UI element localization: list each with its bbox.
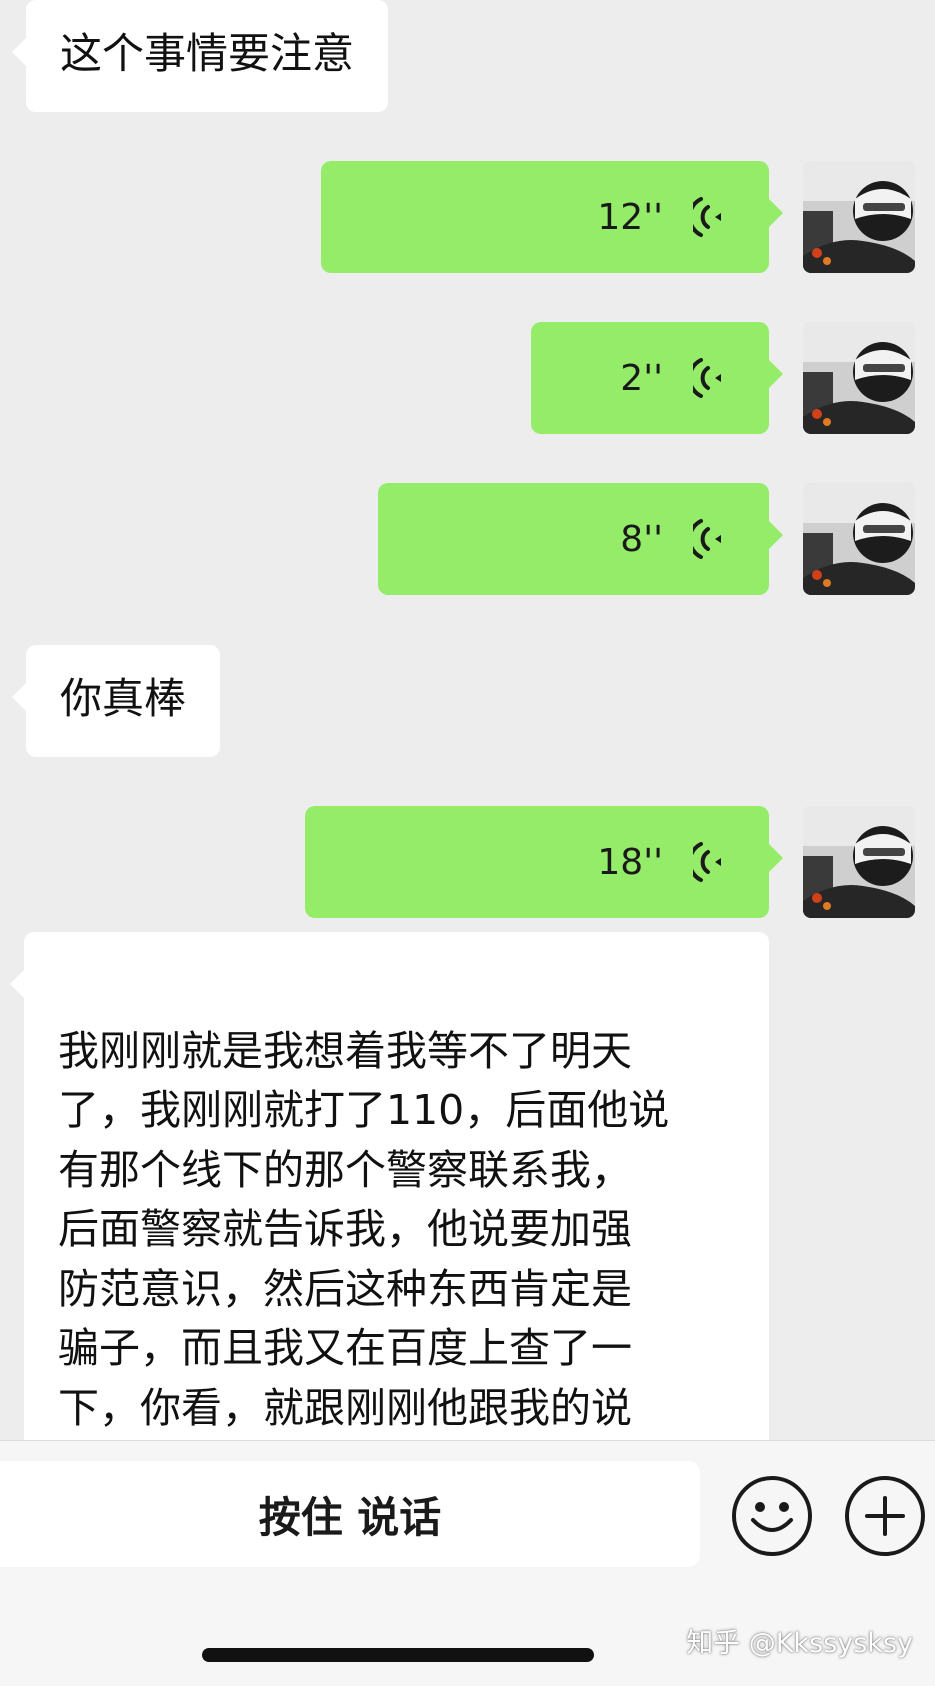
voice-message-content: 8'' [620, 483, 723, 595]
message-text: 这个事情要注意 [60, 29, 355, 78]
zhihu-watermark: 知乎 @Kkssysksy [686, 1628, 913, 1659]
self-avatar[interactable] [803, 483, 915, 595]
voice-wave-icon [693, 196, 723, 238]
voice-message-content: 12'' [597, 161, 723, 273]
sent-voice-message[interactable]: 8'' [378, 483, 783, 595]
message-text: 我刚刚就是我想着我等不了明天 了，我刚刚就打了110，后面他说 有那个线下的那个… [58, 1026, 670, 1432]
voice-duration: 18'' [597, 841, 663, 883]
chat-message-list[interactable]: 这个事情要注意 12'' 2'' 8'' 你真棒 18'' 我刚刚就是我想着我等… [0, 0, 935, 1440]
sent-voice-message[interactable]: 12'' [321, 161, 783, 273]
received-text-message[interactable]: 我刚刚就是我想着我等不了明天 了，我刚刚就打了110，后面他说 有那个线下的那个… [10, 932, 769, 1440]
hold-to-talk-button[interactable]: 按住 说话 [0, 1461, 700, 1567]
voice-wave-icon [693, 357, 723, 399]
hold-to-talk-label: 按住 说话 [258, 1492, 442, 1542]
plus-icon[interactable] [845, 1476, 925, 1556]
received-text-message[interactable]: 这个事情要注意 [11, 0, 389, 112]
voice-duration: 8'' [620, 518, 663, 560]
voice-message-content: 18'' [597, 806, 723, 918]
chat-input-bar: 按住 说话 知乎 @Kkssysksy [0, 1440, 935, 1686]
voice-duration: 12'' [597, 196, 663, 238]
emoji-icon[interactable] [732, 1476, 812, 1556]
message-text: 你真棒 [60, 674, 187, 723]
sent-voice-message[interactable]: 2'' [531, 322, 783, 434]
voice-message-content: 2'' [620, 322, 723, 434]
self-avatar[interactable] [803, 806, 915, 918]
sent-voice-message[interactable]: 18'' [305, 806, 783, 918]
voice-wave-icon [693, 841, 723, 883]
self-avatar[interactable] [803, 322, 915, 434]
voice-duration: 2'' [620, 357, 663, 399]
self-avatar[interactable] [803, 161, 915, 273]
voice-wave-icon [693, 518, 723, 560]
received-text-message[interactable]: 你真棒 [11, 645, 221, 757]
home-indicator[interactable] [202, 1648, 594, 1662]
